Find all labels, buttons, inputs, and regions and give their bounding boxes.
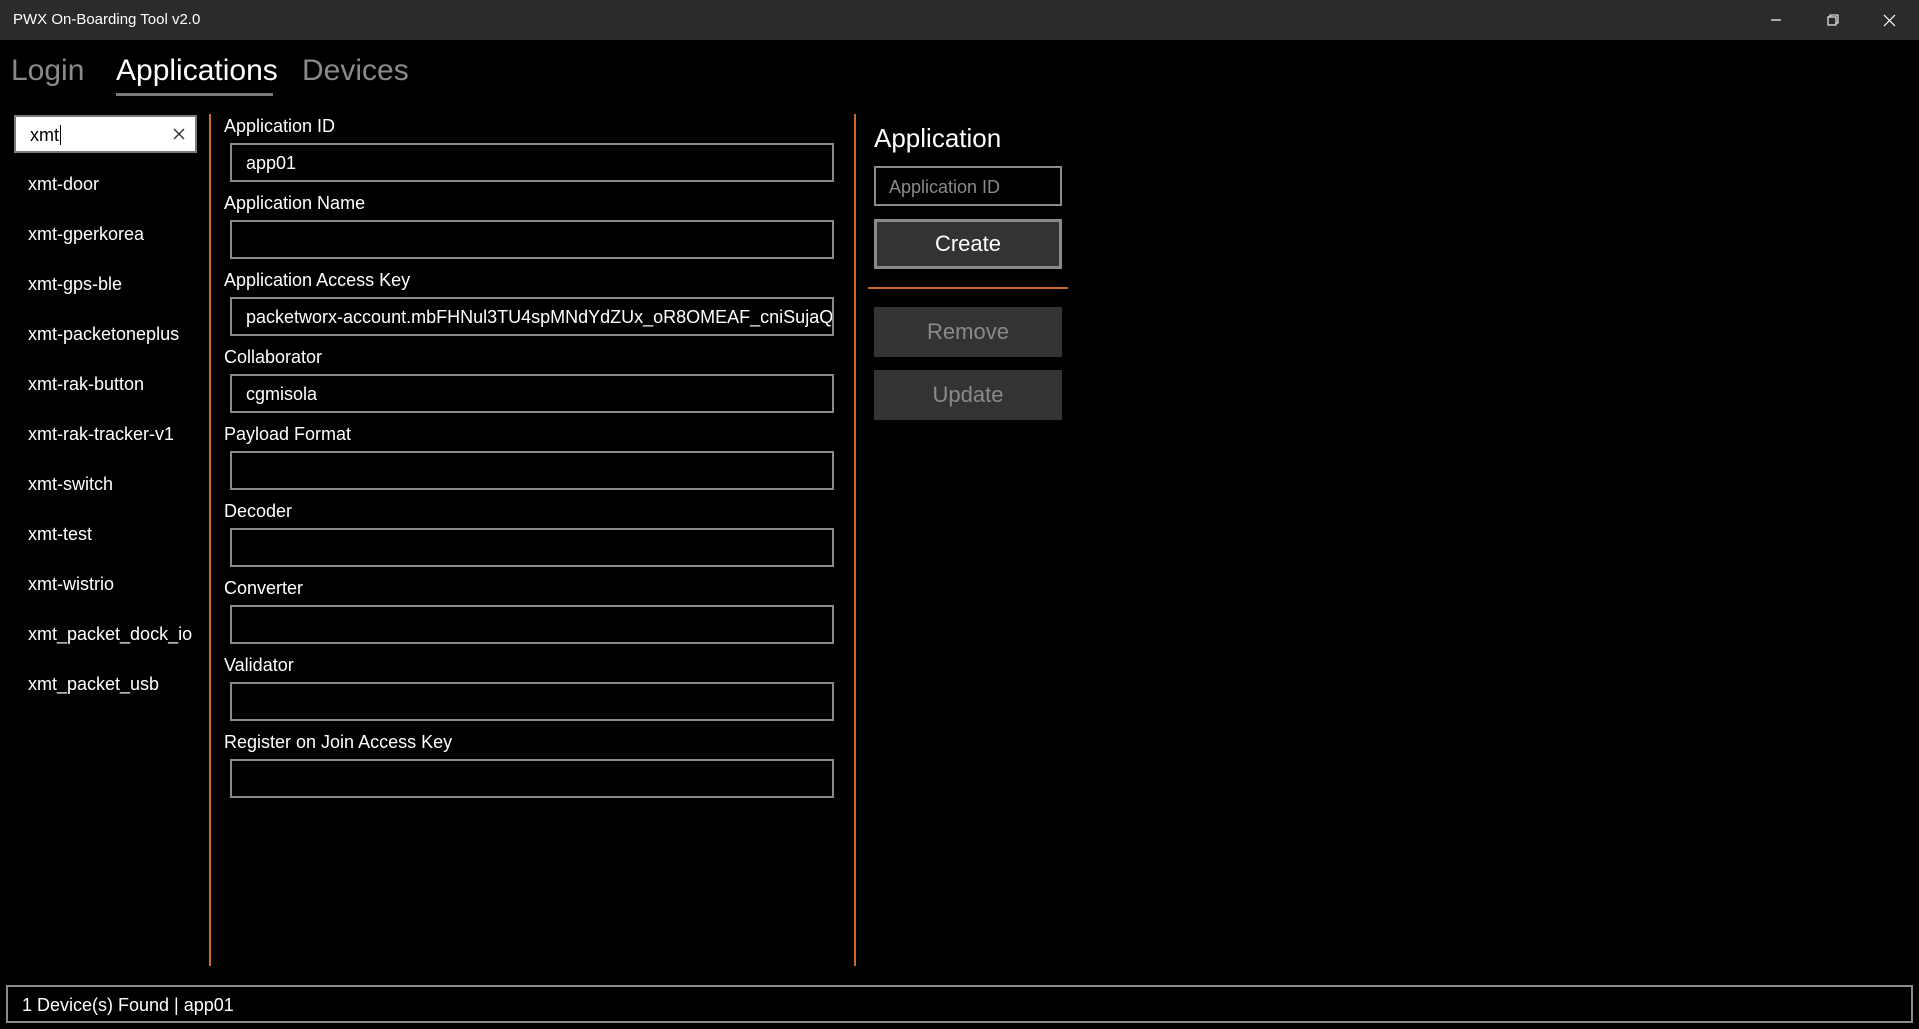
new-application-id-input[interactable]: Application ID — [874, 166, 1062, 206]
converter-field[interactable] — [230, 605, 834, 644]
validator-field[interactable] — [230, 682, 834, 721]
clear-search-icon[interactable] — [171, 126, 187, 142]
search-input[interactable]: xmt — [14, 115, 197, 153]
list-item[interactable]: xmt-wistrio — [28, 574, 114, 595]
tab-login[interactable]: Login — [11, 54, 84, 88]
register-join-key-field[interactable] — [230, 759, 834, 798]
close-button[interactable] — [1861, 0, 1918, 40]
list-item[interactable]: xmt-test — [28, 524, 92, 545]
panel-divider — [868, 287, 1068, 289]
left-divider — [209, 114, 211, 966]
list-item[interactable]: xmt_packet_usb — [28, 674, 159, 695]
application-name-label: Application Name — [224, 193, 366, 213]
collaborator-field[interactable]: cgmisola — [230, 374, 834, 413]
panel-title: Application — [874, 123, 1002, 153]
minimize-button[interactable] — [1747, 0, 1804, 40]
window-title: PWX On-Boarding Tool v2.0 — [13, 11, 201, 28]
list-item[interactable]: xmt-switch — [28, 474, 113, 495]
list-item[interactable]: xmt-packetoneplus — [28, 324, 179, 345]
register-join-key-label: Register on Join Access Key — [224, 732, 453, 752]
status-text: 1 Device(s) Found | app01 — [22, 995, 234, 1015]
payload-format-label: Payload Format — [224, 424, 352, 444]
status-bar: 1 Device(s) Found | app01 — [6, 985, 1913, 1023]
minimize-icon — [1770, 14, 1782, 26]
list-item[interactable]: xmt-rak-button — [28, 374, 144, 395]
converter-label: Converter — [224, 578, 304, 598]
restore-icon — [1826, 14, 1839, 26]
list-item[interactable]: xmt_packet_dock_io — [28, 624, 192, 645]
application-id-label: Application ID — [224, 116, 336, 136]
restore-button[interactable] — [1804, 0, 1861, 40]
decoder-field[interactable] — [230, 528, 834, 567]
access-key-label: Application Access Key — [224, 270, 411, 290]
validator-label: Validator — [224, 655, 294, 675]
tab-devices[interactable]: Devices — [302, 54, 409, 88]
close-icon — [1883, 14, 1896, 27]
list-item[interactable]: xmt-rak-tracker-v1 — [28, 424, 174, 445]
title-bar: PWX On-Boarding Tool v2.0 — [0, 0, 1919, 40]
application-id-field[interactable]: app01 — [230, 143, 834, 182]
decoder-label: Decoder — [224, 501, 293, 521]
access-key-field[interactable]: packetworx-account.mbFHNul3TU4spMNdYdZUx… — [230, 297, 834, 336]
payload-format-field[interactable] — [230, 451, 834, 490]
application-name-field[interactable] — [230, 220, 834, 259]
active-tab-indicator — [116, 93, 273, 96]
create-button[interactable]: Create — [874, 219, 1062, 269]
tab-applications[interactable]: Applications — [116, 54, 278, 88]
update-button[interactable]: Update — [874, 370, 1062, 420]
right-divider — [854, 114, 856, 966]
list-item[interactable]: xmt-gperkorea — [28, 224, 144, 245]
collaborator-label: Collaborator — [224, 347, 323, 367]
list-item[interactable]: xmt-gps-ble — [28, 274, 122, 295]
search-input-value: xmt — [30, 125, 61, 145]
remove-button[interactable]: Remove — [874, 307, 1062, 357]
list-item[interactable]: xmt-door — [28, 174, 99, 195]
